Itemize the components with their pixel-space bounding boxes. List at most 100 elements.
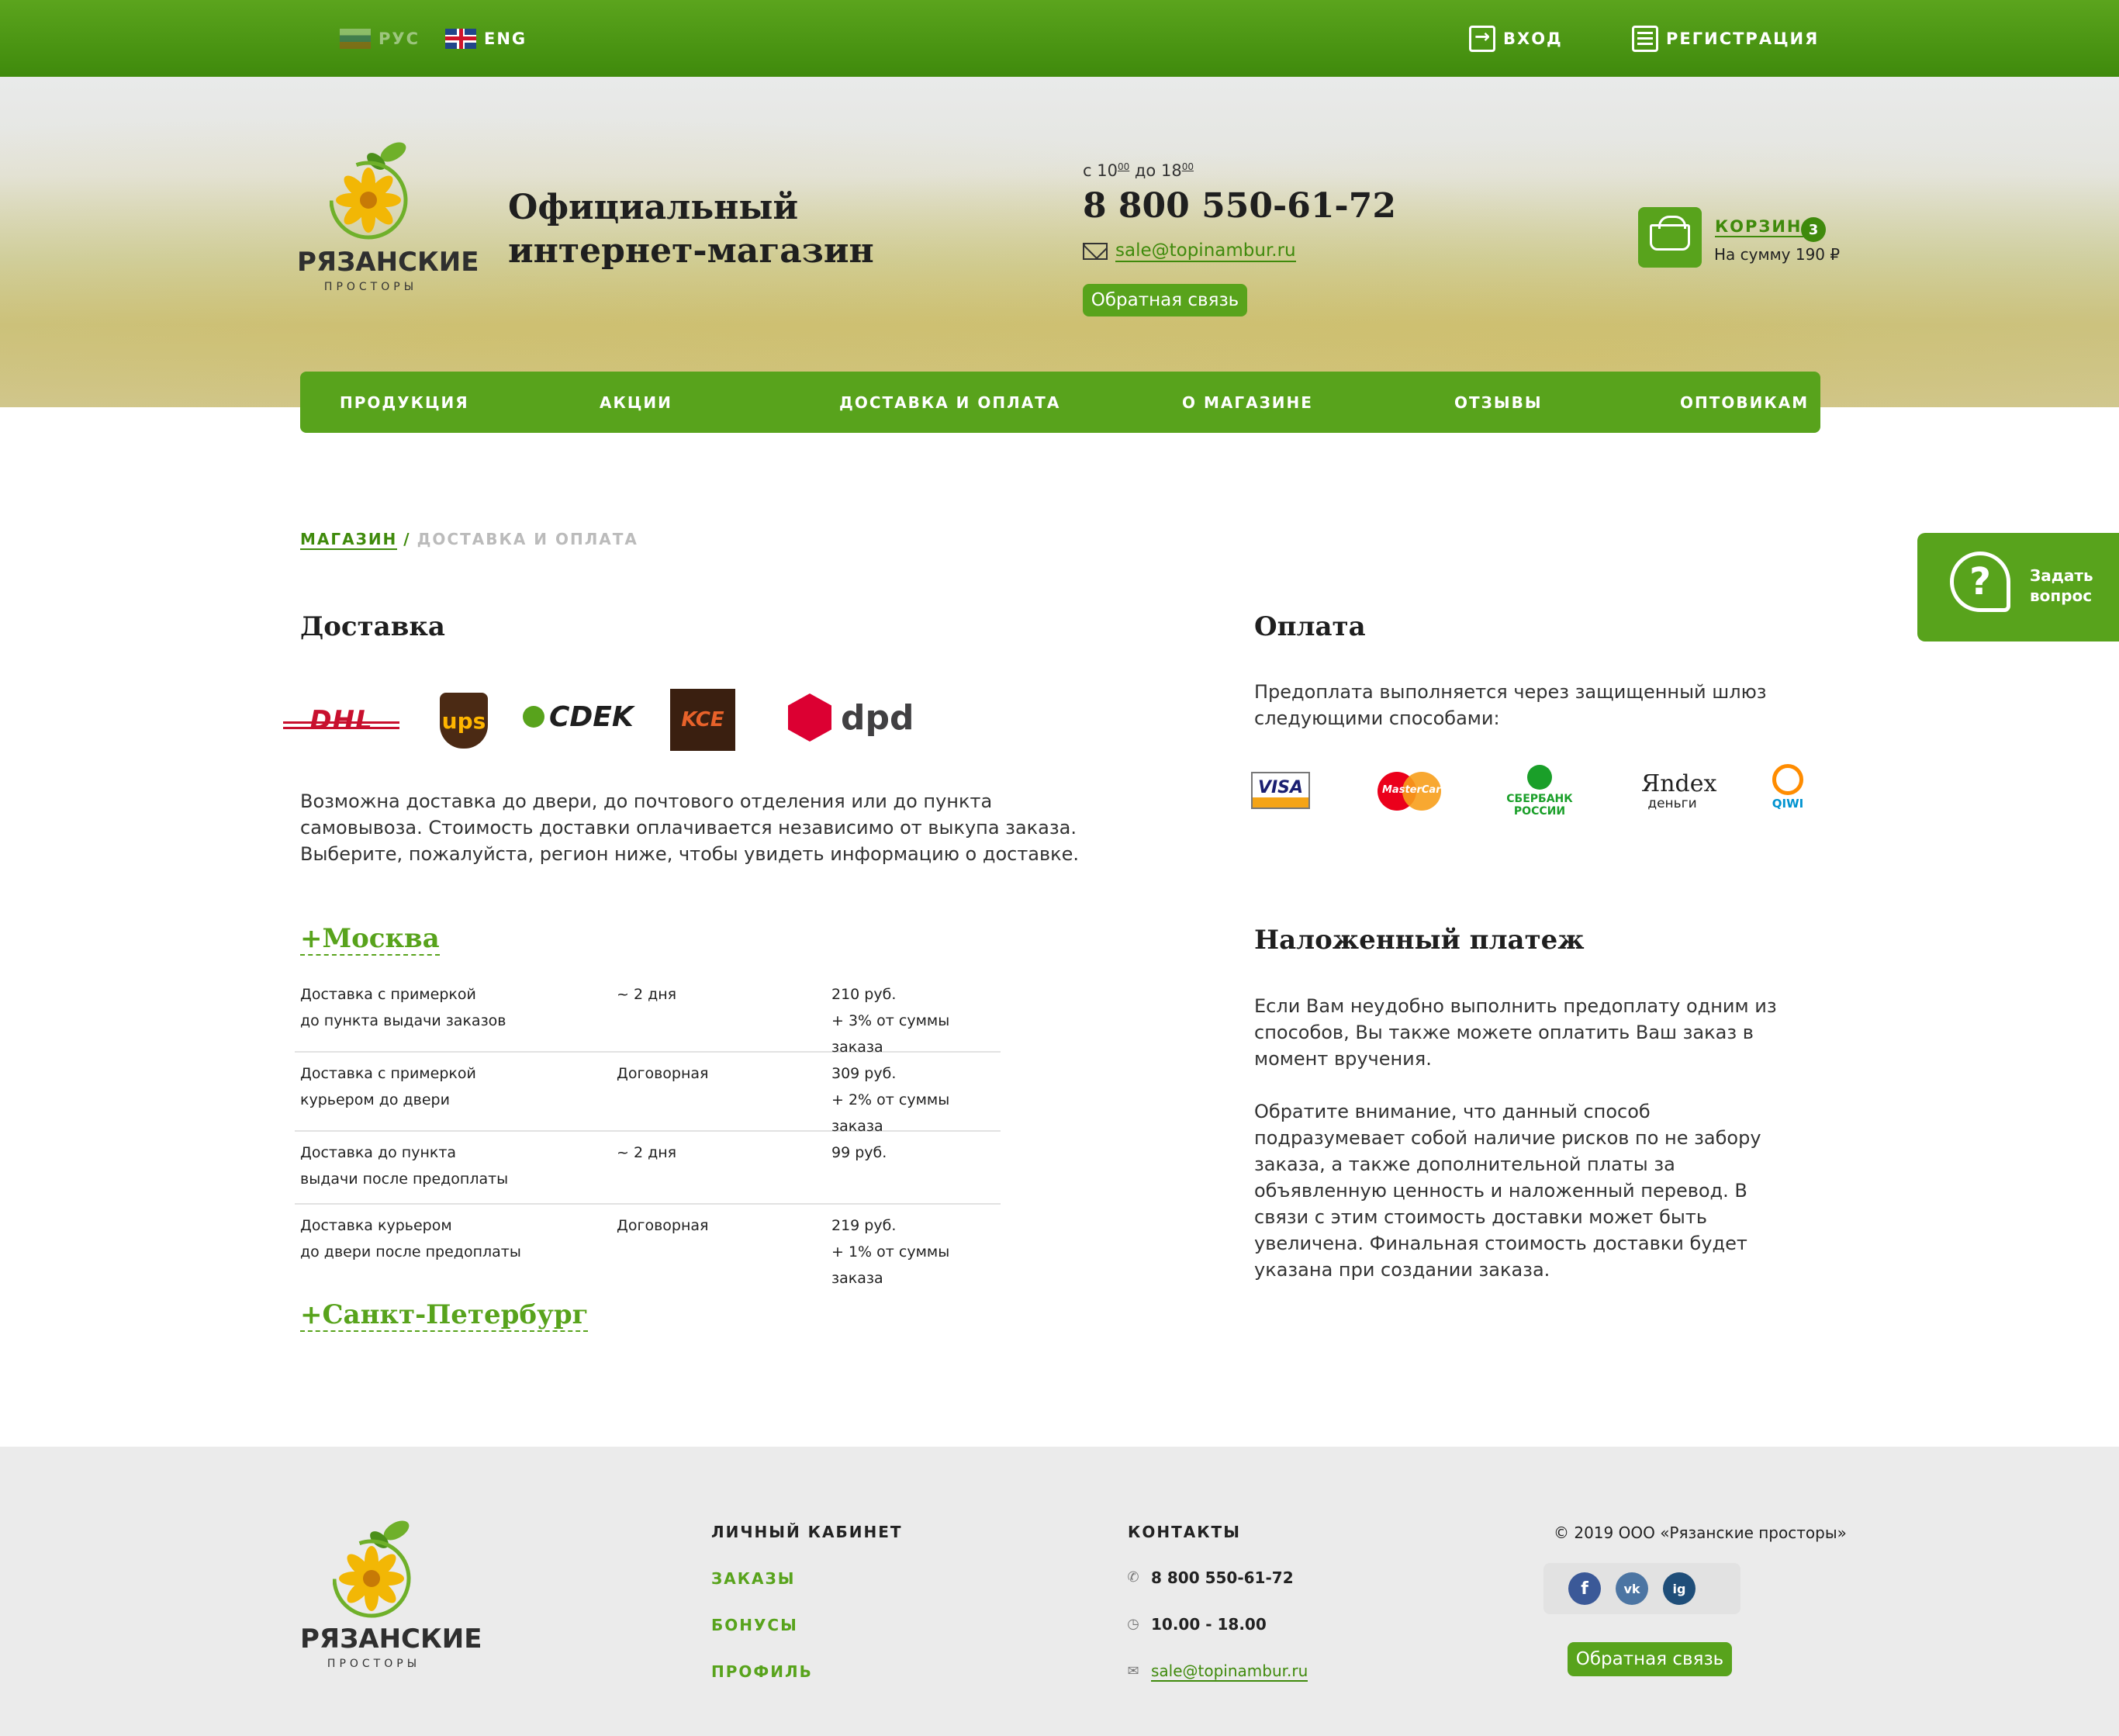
payment-description: Предоплата выполняется через защищенный … — [1254, 679, 1767, 731]
ask-line-1: Задать — [2030, 566, 2093, 585]
method-line: Доставка с примеркой — [300, 1065, 476, 1082]
dpd-cube-icon — [788, 693, 831, 742]
footer-phone[interactable]: ✆ 8 800 550-61-72 — [1126, 1568, 1293, 1587]
price-line: 99 руб. — [831, 1144, 887, 1161]
delivery-method: Доставка с примеркой до пункта выдачи зак… — [300, 981, 610, 1034]
cod-text-line: увеличена. Финальная стоимость доставки … — [1254, 1233, 1747, 1254]
cod-text-line: Обратите внимание, что данный способ — [1254, 1101, 1651, 1122]
sunflower-logo-icon — [330, 142, 408, 240]
header-email-link[interactable]: sale@topinambur.ru — [1083, 240, 1296, 262]
lang-ru-switch[interactable]: РУС — [340, 0, 420, 77]
footer-link-bonuses[interactable]: БОНУСЫ — [711, 1616, 798, 1634]
delivery-method: Доставка курьером до двери после предопла… — [300, 1212, 610, 1265]
russia-flag-icon — [340, 28, 371, 49]
cod-text-2: Обратите внимание, что данный способ под… — [1254, 1098, 1761, 1283]
ask-question-button[interactable]: ? Задать вопрос — [1917, 533, 2119, 641]
nav-item-products[interactable]: ПРОДУКЦИЯ — [340, 372, 469, 433]
phone-icon: ✆ — [1127, 1569, 1139, 1586]
table-row: Доставка до пункта выдачи после предоплат… — [295, 1132, 1001, 1205]
method-line: Доставка курьером — [300, 1217, 452, 1234]
vk-icon[interactable]: vk — [1616, 1572, 1648, 1605]
sunflower-logo-icon — [333, 1520, 411, 1618]
social-links: f vk ig — [1543, 1563, 1740, 1614]
ask-question-label: Задать вопрос — [2030, 565, 2093, 606]
nav-item-promotions[interactable]: АКЦИИ — [600, 372, 672, 433]
payment-title: Оплата — [1254, 611, 1366, 642]
tagline-line-2: интернет-магазин — [508, 231, 874, 271]
dhl-logo-text: DHL — [309, 705, 373, 736]
nav-item-reviews[interactable]: ОТЗЫВЫ — [1454, 372, 1543, 433]
yandex-logo-text: Яndex — [1641, 770, 1717, 797]
yandex-money-logo: Яndex деньги — [1641, 770, 1717, 811]
lang-en-switch[interactable]: ENG — [445, 0, 527, 77]
footer-email[interactable]: ✉ sale@topinambur.ru — [1126, 1662, 1308, 1682]
hours-from: с 10 — [1083, 161, 1118, 180]
cdek-leaf-icon — [523, 706, 544, 728]
moscow-toggle[interactable]: +Москва — [300, 923, 440, 956]
nav-item-wholesale[interactable]: ОПТОВИКАМ — [1680, 372, 1809, 433]
dhl-logo: DHL — [283, 706, 399, 735]
header-phone[interactable]: 8 800 550-61-72 — [1083, 186, 1396, 226]
dpd-logo-text: dpd — [841, 697, 914, 738]
cdek-logo: CDEK — [523, 700, 634, 733]
moscow-delivery-table: Доставка с примеркой до пункта выдачи зак… — [295, 973, 1001, 1287]
cart-count-badge: 3 — [1801, 217, 1826, 242]
instagram-icon[interactable]: ig — [1663, 1572, 1696, 1605]
cod-text-line: подразумевает собой наличие рисков по не… — [1254, 1127, 1761, 1149]
spb-toggle[interactable]: +Санкт-Петербург — [300, 1299, 589, 1332]
delivery-description: Возможна доставка до двери, до почтового… — [300, 788, 1079, 867]
ups-logo: ups — [440, 693, 488, 749]
delivery-text-line: Выберите, пожалуйста, регион ниже, чтобы… — [300, 843, 1080, 865]
uk-flag-icon — [445, 28, 476, 49]
feedback-button[interactable]: Обратная связь — [1083, 284, 1247, 316]
nav-item-about[interactable]: О МАГАЗИНЕ — [1182, 372, 1313, 433]
nav-item-delivery[interactable]: ДОСТАВКА И ОПЛАТА — [839, 372, 1060, 433]
site-logo[interactable]: РЯЗАНСКИЕ ПРОСТОРЫ — [297, 138, 479, 301]
footer-feedback-button[interactable]: Обратная связь — [1568, 1642, 1732, 1676]
delivery-price: 219 руб. + 1% от суммы заказа — [831, 1212, 1001, 1292]
footer-link-profile[interactable]: ПРОФИЛЬ — [711, 1662, 813, 1681]
delivery-price: 309 руб. + 2% от суммы заказа — [831, 1060, 1001, 1139]
facebook-icon[interactable]: f — [1568, 1572, 1601, 1605]
cart-button[interactable] — [1638, 207, 1702, 268]
delivery-price: 99 руб. — [831, 1139, 887, 1166]
cart-sum: На сумму 190 ₽ — [1714, 245, 1841, 264]
qiwi-logo-text: QIWI — [1772, 797, 1804, 811]
logo-name: РЯЗАНСКИЕ — [297, 247, 479, 278]
clock-icon: ◷ — [1127, 1616, 1139, 1632]
cod-text-line: способов, Вы также можете оплатить Ваш з… — [1254, 1022, 1754, 1043]
footer-logo[interactable]: РЯЗАНСКИЕ ПРОСТОРЫ — [300, 1516, 482, 1672]
site-tagline: Официальный интернет-магазин — [508, 186, 874, 273]
payment-text-line: следующими способами: — [1254, 707, 1500, 729]
footer-contacts-title: КОНТАКТЫ — [1128, 1523, 1241, 1541]
cdek-logo-text: CDEK — [549, 700, 634, 733]
table-row: Доставка с примеркой до пункта выдачи зак… — [295, 973, 1001, 1056]
tagline-line-1: Официальный — [508, 188, 799, 227]
sberbank-logo: СБЕРБАНК РОССИИ — [1506, 765, 1573, 818]
copyright: © 2019 ООО «Рязанские просторы» — [1554, 1523, 1847, 1542]
register-link[interactable]: РЕГИСТРАЦИЯ — [1632, 0, 1819, 77]
question-bubble-icon: ? — [1950, 552, 2010, 612]
hours-to-minutes: 00 — [1181, 161, 1194, 172]
method-line: выдачи после предоплаты — [300, 1171, 509, 1188]
footer-link-orders[interactable]: ЗАКАЗЫ — [711, 1569, 795, 1588]
login-icon — [1469, 25, 1495, 52]
cod-text-line: Если Вам неудобно выполнить предоплату о… — [1254, 995, 1777, 1017]
login-link[interactable]: ВХОД — [1469, 0, 1563, 77]
cod-text-line: указана при создании заказа. — [1254, 1259, 1550, 1281]
lang-ru-label: РУС — [379, 29, 420, 48]
login-label: ВХОД — [1503, 29, 1563, 48]
method-line: до пункта выдачи заказов — [300, 1012, 506, 1029]
work-hours: с 1000 до 1800 — [1083, 161, 1194, 180]
logo-subname: ПРОСТОРЫ — [323, 281, 418, 293]
breadcrumb-shop-link[interactable]: МАГАЗИН — [300, 530, 398, 550]
basket-icon — [1650, 216, 1690, 251]
ask-line-2: вопрос — [2030, 586, 2093, 605]
price-line: 309 руб. — [831, 1065, 897, 1082]
table-row: Доставка с примеркой курьером до двери До… — [295, 1053, 1001, 1135]
lang-en-label: ENG — [484, 29, 527, 48]
kce-logo: KCE — [670, 689, 735, 751]
method-line: до двери после предоплаты — [300, 1243, 521, 1261]
cod-title: Наложенный платеж — [1254, 925, 1585, 956]
sberbank-icon — [1527, 765, 1552, 790]
